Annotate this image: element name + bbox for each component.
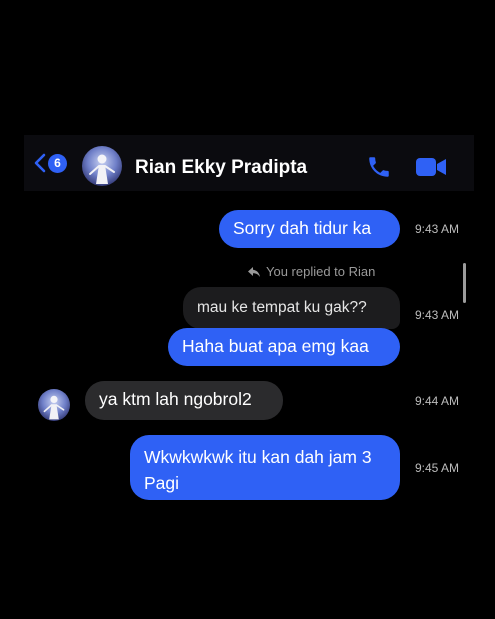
video-camera-icon[interactable] bbox=[415, 156, 447, 178]
message-time: 9:44 AM bbox=[415, 394, 460, 408]
contact-name[interactable]: Rian Ekky Pradipta bbox=[135, 157, 307, 179]
message-bubble-sent[interactable]: Wkwkwkwk itu kan dah jam 3 Pagi bbox=[130, 435, 400, 500]
unread-count-badge: 6 bbox=[48, 153, 67, 173]
chevron-left-icon bbox=[34, 153, 46, 173]
message-time: 9:43 AM bbox=[415, 222, 460, 236]
message-bubble-sent[interactable]: Haha buat apa emg kaa bbox=[168, 328, 400, 366]
message-time: 9:45 AM bbox=[415, 461, 460, 475]
message-bubble-sent[interactable]: Sorry dah tidur ka bbox=[219, 210, 400, 248]
quoted-message-bubble[interactable]: mau ke tempat ku gak?? bbox=[183, 287, 400, 329]
back-button[interactable]: 6 bbox=[34, 153, 67, 173]
avatar-image bbox=[38, 389, 70, 421]
sender-avatar[interactable] bbox=[38, 389, 70, 421]
scrollbar[interactable] bbox=[463, 263, 466, 303]
message-bubble-received[interactable]: ya ktm lah ngobrol2 bbox=[85, 381, 283, 420]
reply-arrow-icon bbox=[248, 266, 260, 277]
avatar-image bbox=[82, 146, 122, 186]
reply-context-text: You replied to Rian bbox=[266, 264, 376, 279]
phone-icon[interactable] bbox=[366, 154, 392, 180]
contact-avatar[interactable] bbox=[82, 146, 122, 186]
chat-header: 6 Rian Ekky Pradipta bbox=[24, 135, 474, 191]
reply-context-label: You replied to Rian bbox=[247, 264, 375, 279]
message-time: 9:43 AM bbox=[415, 308, 460, 322]
